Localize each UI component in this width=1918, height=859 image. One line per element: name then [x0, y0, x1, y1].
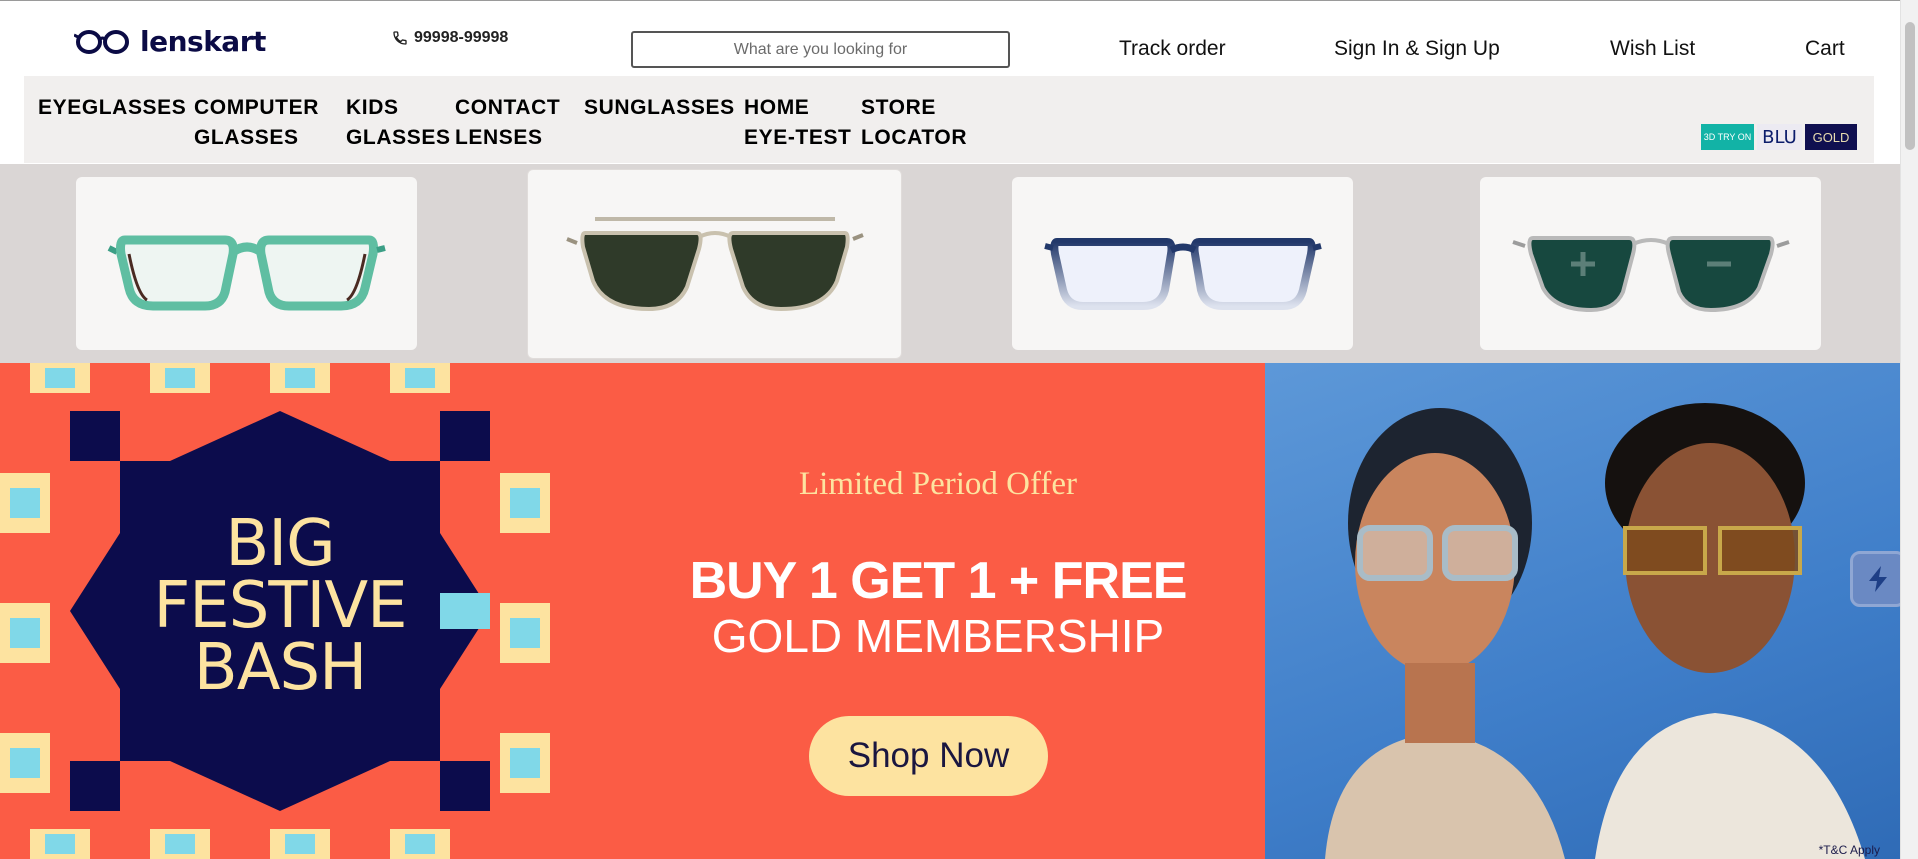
phone-number: 99998-99998 — [414, 29, 509, 46]
scrollbar-thumb[interactable] — [1905, 22, 1915, 150]
phone-contact[interactable]: 99998-99998 — [392, 29, 508, 47]
blu-badge[interactable]: BLU — [1757, 124, 1802, 150]
nav-item-label: GLASSES — [194, 126, 299, 149]
nav-item-label: EYEGLASSES — [38, 96, 187, 119]
nav-item-label: KIDS — [346, 96, 399, 119]
shop-now-button[interactable]: Shop Now — [809, 716, 1048, 796]
chat-widget-button[interactable] — [1850, 551, 1906, 607]
hero-banner[interactable]: BIG FESTIVE BASH Limited Period Offer BU… — [0, 363, 1900, 859]
nav-item-label: CONTACT — [455, 96, 561, 119]
category-card-computer-glasses[interactable] — [1012, 177, 1353, 350]
page: lenskart 99998-99998 Track order Sign In… — [0, 0, 1918, 859]
nav-item-sunglasses[interactable]: SUNGLASSES — [584, 93, 735, 123]
nav-item-store-locator[interactable]: STORE LOCATOR — [861, 93, 967, 153]
nav-item-label: COMPUTER — [194, 96, 319, 119]
vertical-scrollbar[interactable] — [1900, 0, 1918, 859]
3d-try-on-badge[interactable]: 3D TRY ON — [1701, 124, 1754, 150]
computer-glasses-icon — [1043, 237, 1322, 310]
category-card-eyeglasses[interactable] — [76, 177, 417, 350]
nav-item-label: LOCATOR — [861, 126, 968, 149]
nav-item-label: LENSES — [455, 126, 543, 149]
power-sunglasses-icon — [1511, 235, 1790, 312]
sign-in-link[interactable]: Sign In & Sign Up — [1334, 37, 1500, 61]
nav-item-computer-glasses[interactable]: COMPUTER GLASSES — [194, 93, 319, 153]
site-header: lenskart 99998-99998 Track order Sign In… — [0, 1, 1900, 75]
nav-item-contact-lenses[interactable]: CONTACT LENSES — [455, 93, 560, 153]
phone-icon — [393, 31, 407, 45]
category-card-power-sunglasses[interactable] — [1480, 177, 1821, 350]
lightning-icon — [1869, 566, 1887, 592]
cart-link[interactable]: Cart — [1805, 37, 1845, 61]
spectacles-logo-icon — [74, 29, 129, 54]
category-strip — [0, 164, 1900, 363]
brand-logo[interactable]: lenskart — [74, 25, 266, 58]
search-input[interactable] — [631, 31, 1010, 68]
nav-item-label: EYE-TEST — [744, 126, 852, 149]
terms-note: *T&C Apply — [1818, 843, 1880, 857]
nav-item-eyeglasses[interactable]: EYEGLASSES — [38, 93, 186, 123]
nav-item-label: HOME — [744, 96, 810, 119]
track-order-link[interactable]: Track order — [1119, 37, 1226, 61]
nav-item-label: GLASSES — [346, 126, 451, 149]
models-photo — [1325, 403, 1865, 859]
nav-item-kids-glasses[interactable]: KIDS GLASSES — [346, 93, 451, 153]
nav-item-label: SUNGLASSES — [584, 96, 735, 119]
sunglasses-icon — [565, 217, 864, 312]
eyeglasses-icon — [107, 235, 386, 310]
nav-item-label: STORE — [861, 96, 936, 119]
category-card-sunglasses[interactable] — [527, 169, 902, 359]
wishlist-link[interactable]: Wish List — [1610, 37, 1695, 61]
category-nav: EYEGLASSES COMPUTER GLASSES KIDS GLASSES… — [24, 76, 1874, 163]
banner-models-image: *T&C Apply — [1265, 363, 1900, 859]
nav-item-home-eye-test[interactable]: HOME EYE-TEST — [744, 93, 851, 153]
gold-badge[interactable]: GOLD — [1805, 124, 1857, 150]
brand-name: lenskart — [140, 25, 266, 58]
